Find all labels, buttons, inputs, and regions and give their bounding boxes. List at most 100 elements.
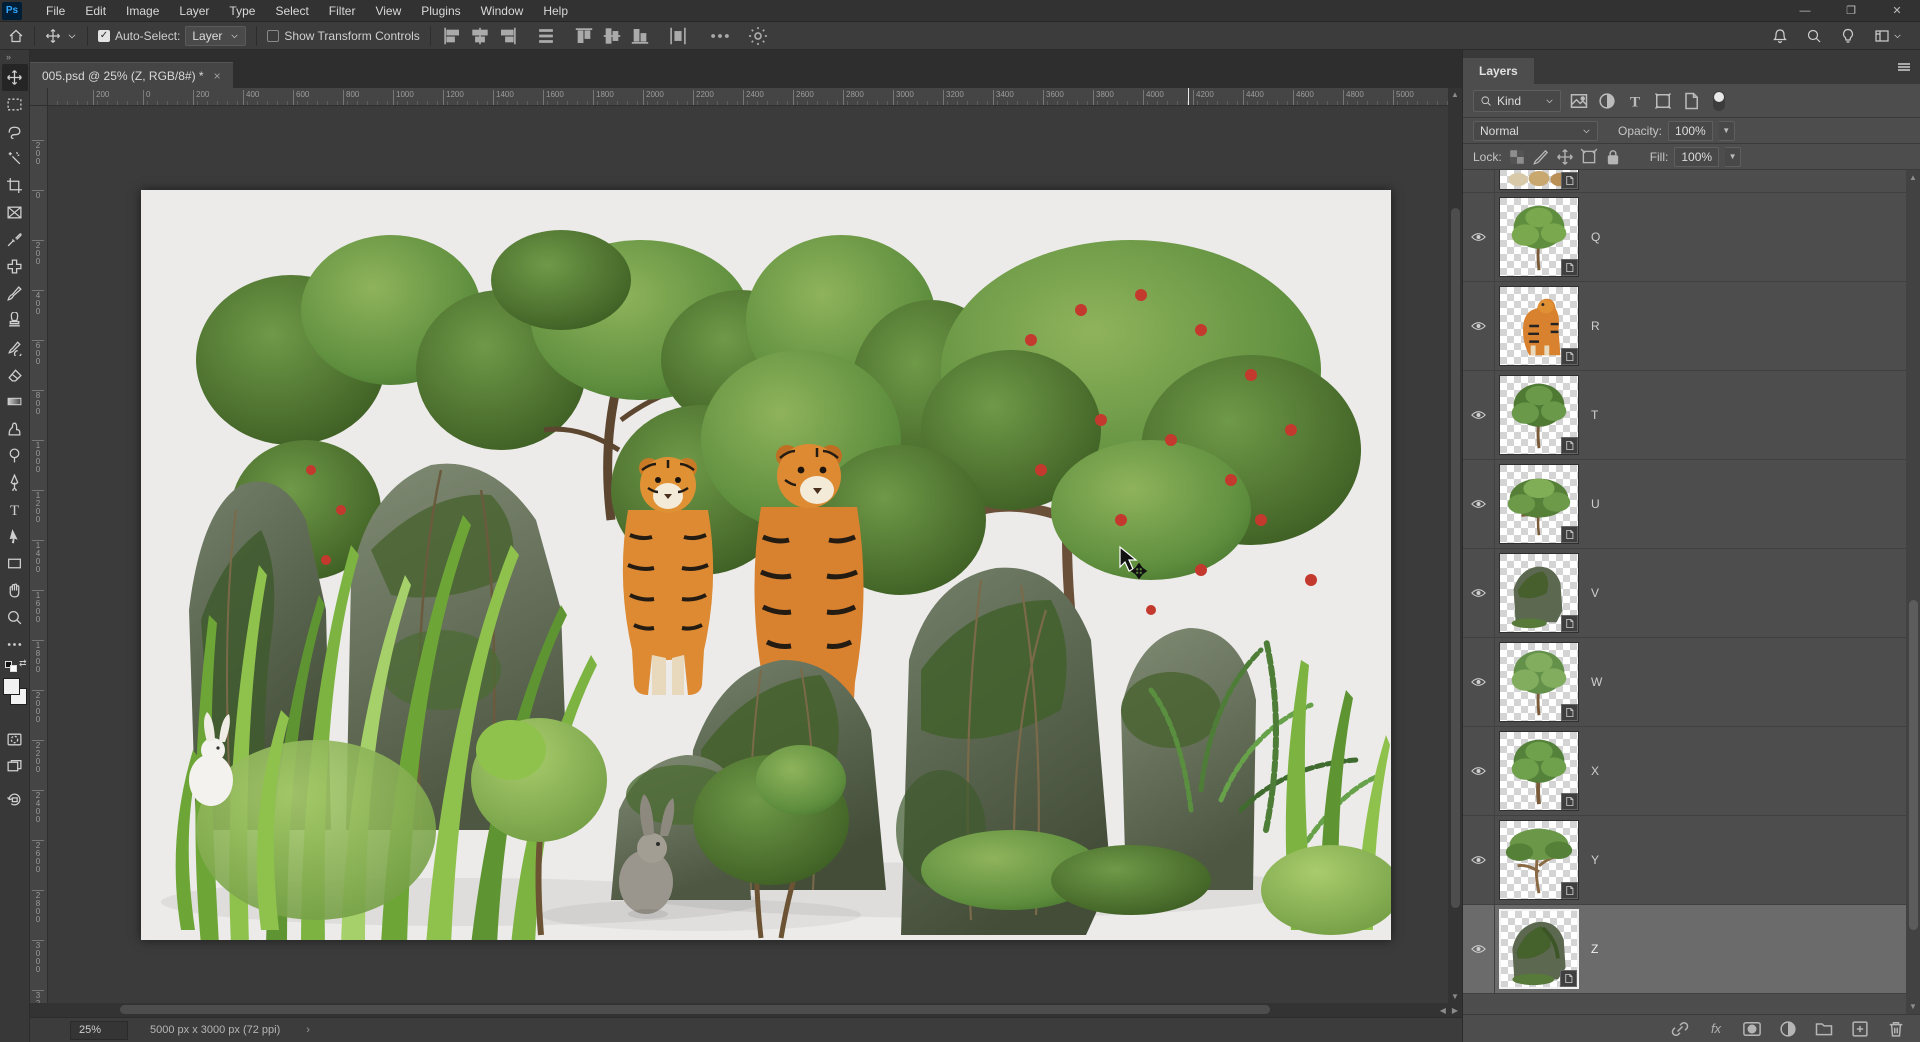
- filter-pixel-layers-icon[interactable]: [1569, 91, 1589, 111]
- crop-tool[interactable]: [2, 172, 28, 199]
- layer-row-z[interactable]: Z: [1463, 905, 1920, 994]
- opacity-chevron-icon[interactable]: ▼: [1719, 121, 1735, 141]
- eraser-tool[interactable]: [2, 361, 28, 388]
- filter-type-layers-icon[interactable]: T: [1625, 91, 1645, 111]
- align-top-edges-icon[interactable]: [573, 26, 595, 46]
- layer-visibility-eye-icon[interactable]: [1463, 549, 1495, 637]
- align-right-edges-icon[interactable]: [497, 26, 519, 46]
- filter-adjustment-layers-icon[interactable]: [1597, 91, 1617, 111]
- layer-thumbnail[interactable]: [1499, 909, 1579, 989]
- distribute-spacing-icon[interactable]: [535, 26, 557, 46]
- layer-thumbnail[interactable]: [1499, 642, 1579, 722]
- scroll-right-icon[interactable]: ▶: [1452, 1006, 1458, 1015]
- auto-select-target-dropdown[interactable]: Layer: [185, 26, 246, 46]
- layer-name[interactable]: V: [1591, 586, 1599, 600]
- layer-row-u[interactable]: U: [1463, 460, 1920, 549]
- menu-view[interactable]: View: [365, 1, 411, 21]
- minimize-button[interactable]: —: [1782, 0, 1828, 22]
- scroll-down-icon[interactable]: ▼: [1451, 992, 1459, 1001]
- show-transform-checkbox[interactable]: [267, 30, 279, 42]
- brush-tool[interactable]: [2, 280, 28, 307]
- layer-effects-icon[interactable]: fx: [1706, 1020, 1726, 1038]
- layer-visibility-eye-icon[interactable]: [1463, 371, 1495, 459]
- lock-artboard-icon[interactable]: [1580, 148, 1598, 166]
- layer-row-r[interactable]: R: [1463, 282, 1920, 371]
- lasso-tool[interactable]: [2, 118, 28, 145]
- layer-thumbnail[interactable]: [1499, 375, 1579, 455]
- smudge-tool[interactable]: [2, 415, 28, 442]
- horizontal-scroll-thumb[interactable]: [120, 1005, 1270, 1014]
- color-swatches[interactable]: [2, 676, 28, 716]
- layer-thumbnail[interactable]: [1499, 731, 1579, 811]
- tool-preset-chevron-icon[interactable]: [67, 28, 77, 44]
- menu-type[interactable]: Type: [219, 1, 265, 21]
- scroll-left-icon[interactable]: ◀: [1440, 1006, 1446, 1015]
- align-bottom-edges-icon[interactable]: [629, 26, 651, 46]
- layer-filtering-toggle[interactable]: [1713, 91, 1725, 111]
- scroll-up-icon[interactable]: ▲: [1909, 173, 1917, 182]
- align-vertical-centers-icon[interactable]: [601, 26, 623, 46]
- layer-thumbnail[interactable]: [1499, 464, 1579, 544]
- alignment-settings-gear-icon[interactable]: [747, 26, 769, 46]
- opacity-value-field[interactable]: 100%: [1668, 121, 1713, 141]
- menu-edit[interactable]: Edit: [75, 1, 116, 21]
- workspace-chevron-icon[interactable]: [1893, 28, 1902, 44]
- tab-close-icon[interactable]: ×: [214, 69, 221, 83]
- move-tool-preset-icon[interactable]: [45, 28, 61, 44]
- swap-colors-arrow-icon[interactable]: ⇄: [19, 658, 27, 669]
- workspace-switcher-icon[interactable]: [1874, 28, 1890, 44]
- lock-all-icon[interactable]: [1604, 148, 1622, 166]
- toolbar-collapse-chevrons-icon[interactable]: »: [0, 50, 29, 64]
- edit-toolbar[interactable]: [2, 631, 28, 658]
- eyedropper-tool[interactable]: [2, 226, 28, 253]
- more-alignment-options-icon[interactable]: [709, 26, 731, 46]
- lock-transparent-pixels-icon[interactable]: [1508, 148, 1526, 166]
- restore-button[interactable]: ❐: [1828, 0, 1874, 22]
- filter-smart-objects-icon[interactable]: [1681, 91, 1701, 111]
- layer-visibility-eye-icon[interactable]: [1463, 193, 1495, 281]
- menu-layer[interactable]: Layer: [169, 1, 219, 21]
- close-button[interactable]: ✕: [1874, 0, 1920, 22]
- canvas[interactable]: [141, 190, 1391, 940]
- vertical-ruler[interactable]: 2000200400600800100012001400160018002000…: [30, 106, 48, 1003]
- new-adjustment-layer-icon[interactable]: [1778, 1020, 1798, 1038]
- layer-name[interactable]: Q: [1591, 230, 1600, 244]
- layers-scroll-thumb[interactable]: [1909, 600, 1918, 930]
- layer-visibility-eye-icon[interactable]: [1463, 170, 1495, 192]
- rotate-view-icon[interactable]: [2, 786, 28, 813]
- path-selection-tool[interactable]: [2, 523, 28, 550]
- menu-help[interactable]: Help: [533, 1, 578, 21]
- zoom-tool[interactable]: [2, 604, 28, 631]
- lock-position-icon[interactable]: [1556, 148, 1574, 166]
- history-brush-tool[interactable]: [2, 334, 28, 361]
- vertical-scroll-thumb[interactable]: [1451, 208, 1460, 908]
- panel-menu-icon[interactable]: [1896, 59, 1912, 75]
- layer-name[interactable]: Y: [1591, 853, 1599, 867]
- type-tool[interactable]: T: [2, 496, 28, 523]
- menu-select[interactable]: Select: [265, 1, 318, 21]
- layer-thumbnail[interactable]: [1499, 553, 1579, 633]
- delete-layer-icon[interactable]: [1886, 1020, 1906, 1038]
- layer-row-q[interactable]: Q: [1463, 193, 1920, 282]
- layers-scrollbar[interactable]: ▲ ▼: [1906, 170, 1920, 1014]
- zoom-level-field[interactable]: 25%: [70, 1021, 128, 1040]
- filter-shape-layers-icon[interactable]: [1653, 91, 1673, 111]
- layer-visibility-eye-icon[interactable]: [1463, 816, 1495, 904]
- fill-value-field[interactable]: 100%: [1674, 147, 1719, 167]
- rectangle-tool[interactable]: [2, 550, 28, 577]
- clone-stamp-tool[interactable]: [2, 307, 28, 334]
- hand-tool[interactable]: [2, 577, 28, 604]
- horizontal-ruler[interactable]: 2000200400600800100012001400160018002000…: [48, 88, 1448, 106]
- filter-kind-dropdown[interactable]: Kind: [1473, 90, 1561, 112]
- layer-thumbnail[interactable]: [1499, 820, 1579, 900]
- foreground-color-swatch[interactable]: [3, 678, 20, 695]
- layer-row-y[interactable]: Y: [1463, 816, 1920, 905]
- layer-row-x[interactable]: X: [1463, 727, 1920, 816]
- layer-row-v[interactable]: V: [1463, 549, 1920, 638]
- dodge-tool[interactable]: [2, 442, 28, 469]
- auto-select-checkbox[interactable]: ✓: [98, 30, 110, 42]
- menu-filter[interactable]: Filter: [319, 1, 366, 21]
- rectangular-marquee-tool[interactable]: [2, 91, 28, 118]
- layer-visibility-eye-icon[interactable]: [1463, 905, 1495, 993]
- layer-name[interactable]: Z: [1591, 942, 1598, 956]
